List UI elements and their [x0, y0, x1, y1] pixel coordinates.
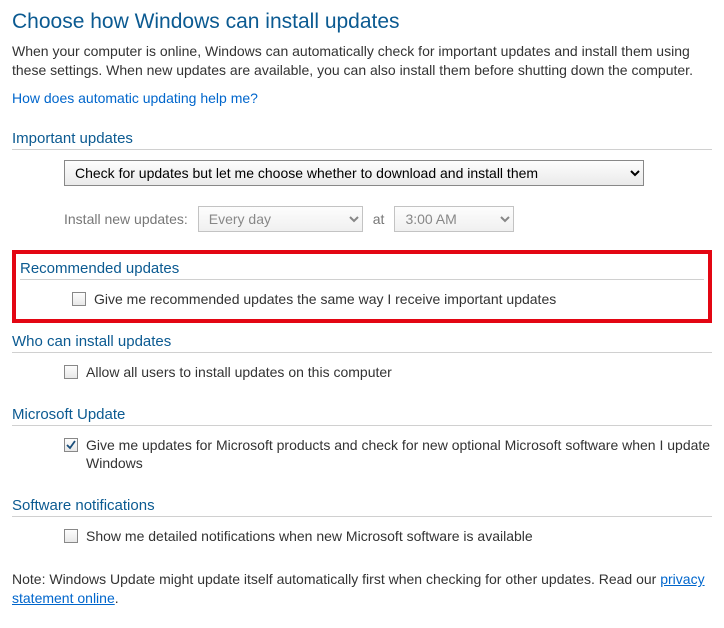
schedule-time-select[interactable]: 3:00 AM	[394, 206, 514, 232]
msupdate-checkbox[interactable]	[64, 438, 78, 452]
recommended-checkbox-label: Give me recommended updates the same way…	[94, 290, 556, 309]
section-header-who: Who can install updates	[12, 333, 712, 353]
schedule-day-select[interactable]: Every day	[198, 206, 363, 232]
help-link[interactable]: How does automatic updating help me?	[12, 90, 258, 106]
section-header-notifications: Software notifications	[12, 497, 712, 517]
important-updates-select[interactable]: Check for updates but let me choose whet…	[64, 160, 644, 186]
section-important-updates: Important updates Check for updates but …	[12, 130, 712, 232]
section-who-can-install: Who can install updates Allow all users …	[12, 333, 712, 382]
section-header-recommended: Recommended updates	[20, 260, 704, 280]
section-software-notifications: Software notifications Show me detailed …	[12, 497, 712, 546]
intro-text: When your computer is online, Windows ca…	[12, 42, 712, 80]
section-header-important: Important updates	[12, 130, 712, 150]
allow-all-users-label: Allow all users to install updates on th…	[86, 363, 392, 382]
schedule-row: Install new updates: Every day at 3:00 A…	[12, 206, 712, 232]
recommended-checkbox[interactable]	[72, 292, 86, 306]
page-title: Choose how Windows can install updates	[12, 10, 712, 34]
notifications-label: Show me detailed notifications when new …	[86, 527, 533, 546]
section-header-msupdate: Microsoft Update	[12, 406, 712, 426]
msupdate-label: Give me updates for Microsoft products a…	[86, 436, 712, 474]
section-microsoft-update: Microsoft Update Give me updates for Mic…	[12, 406, 712, 474]
schedule-at-label: at	[373, 211, 385, 227]
allow-all-users-checkbox[interactable]	[64, 365, 78, 379]
footnote-suffix: .	[115, 590, 119, 606]
footnote-prefix: Note: Windows Update might update itself…	[12, 571, 660, 587]
highlight-recommended: Recommended updates Give me recommended …	[12, 250, 712, 323]
footnote: Note: Windows Update might update itself…	[12, 570, 712, 608]
notifications-checkbox[interactable]	[64, 529, 78, 543]
schedule-label: Install new updates:	[64, 211, 188, 227]
